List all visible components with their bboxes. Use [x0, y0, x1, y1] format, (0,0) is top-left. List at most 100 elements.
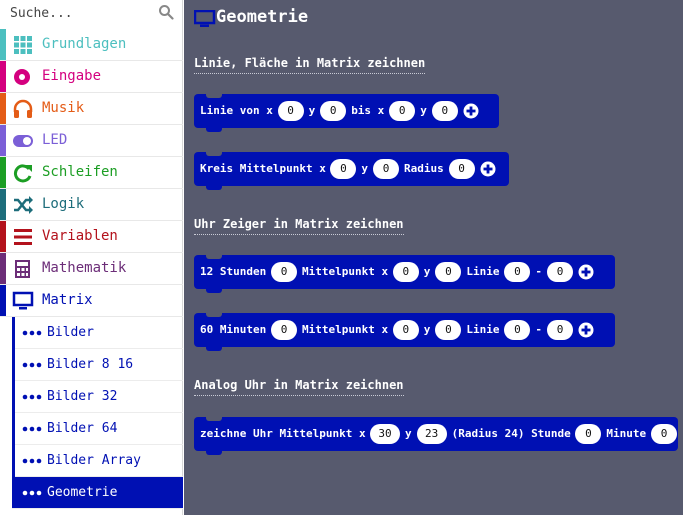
number-input-field[interactable]: 0 — [448, 159, 475, 179]
subcategory-label: Bilder 32 — [47, 389, 118, 404]
subcategory-label: Bilder 8 16 — [47, 357, 134, 372]
block-minuten-zeiger[interactable]: 60 Minuten 0 Mittelpunkt x 0 y 0 Linie 0-0 — [194, 313, 615, 351]
block-stunden-zeiger[interactable]: 12 Stunden 0 Mittelpunkt x 0 y 0 Linie 0-0 — [194, 255, 615, 293]
number-input-field[interactable]: 0 — [547, 262, 573, 282]
category-color-strip — [0, 253, 6, 284]
number-input-field[interactable]: 0 — [435, 320, 462, 340]
block-text: y — [308, 104, 316, 117]
block-text: 12 Stunden — [200, 265, 267, 278]
category-color-strip — [0, 157, 6, 188]
category-label: Logik — [42, 196, 85, 212]
number-input-field[interactable]: 0 — [392, 262, 419, 282]
category-color-strip — [0, 93, 6, 124]
category-musik[interactable]: Musik — [0, 93, 183, 125]
category-label: LED — [42, 132, 68, 148]
block-text: bis x — [351, 104, 385, 117]
category-label: Grundlagen — [42, 36, 127, 52]
block-text: zeichne Uhr Mittelpunkt x — [200, 427, 366, 440]
block-linie-zeichnen[interactable]: Linie von x 0 y 0 bis x0y0 — [194, 94, 499, 132]
number-input-field[interactable]: 0 — [271, 262, 297, 282]
category-eingabe[interactable]: Eingabe — [0, 61, 183, 93]
block-text: - — [535, 323, 543, 336]
section-label-linie-flaeche: Linie, Fläche in Matrix zeichnen — [194, 56, 426, 74]
number-input-field[interactable]: 0 — [320, 101, 347, 121]
category-color-strip — [0, 285, 6, 316]
number-input-field[interactable]: 0 — [504, 262, 531, 282]
subcategory-strip — [12, 381, 15, 413]
number-input-field[interactable]: 0 — [373, 159, 399, 179]
subcategory-strip — [12, 413, 15, 445]
number-input-field[interactable]: 23 — [416, 424, 447, 444]
block-text: Minute — [606, 427, 647, 440]
subcategory-bilder-8-16[interactable]: Bilder 8 16 — [12, 349, 183, 381]
block-text: 60 Minuten — [200, 323, 267, 336]
expand-plus-icon[interactable] — [480, 161, 496, 177]
refresh-icon — [14, 164, 32, 183]
section-label-analog-uhr: Analog Uhr in Matrix zeichnen — [194, 378, 404, 396]
block-text: Linie — [466, 323, 500, 336]
subcategory-label: Geometrie — [47, 485, 118, 500]
subcategory-strip — [12, 317, 15, 349]
subcategory-bilder-64[interactable]: Bilder 64 — [12, 413, 183, 445]
block-analog-uhr[interactable]: zeichne Uhr Mittelpunkt x 30 y 23 (Radius 24… — [194, 417, 678, 455]
category-led[interactable]: LED — [0, 125, 183, 157]
subcategory-label: Bilder 64 — [47, 421, 118, 436]
number-input-field[interactable]: 0 — [504, 320, 531, 340]
expand-plus-icon[interactable] — [578, 264, 594, 280]
number-input-field[interactable]: 0 — [392, 320, 419, 340]
subcategory-bilder[interactable]: Bilder — [12, 317, 183, 349]
number-input-field[interactable]: 0 — [651, 424, 677, 444]
block-text: y — [361, 162, 369, 175]
expand-plus-icon[interactable] — [578, 322, 594, 338]
block-text: (Radius 24) Stunde — [451, 427, 571, 440]
number-input-field[interactable]: 0 — [435, 262, 462, 282]
category-logik[interactable]: Logik — [0, 189, 183, 221]
shuffle-icon — [14, 196, 33, 214]
more-dots-icon — [22, 458, 42, 464]
block-text: - — [535, 265, 543, 278]
more-dots-icon — [22, 362, 42, 368]
category-label: Variablen — [42, 228, 118, 244]
number-input-field[interactable]: 0 — [547, 320, 573, 340]
block-text: y — [405, 427, 412, 440]
number-input-field[interactable]: 0 — [271, 320, 297, 340]
expand-plus-icon[interactable] — [463, 103, 479, 119]
subcategory-label: Bilder — [47, 325, 94, 340]
subcategory-geometrie[interactable]: Geometrie — [12, 477, 183, 509]
block-text: Radius — [404, 162, 444, 175]
category-matrix[interactable]: Matrix — [0, 285, 183, 317]
number-input-field[interactable]: 30 — [370, 424, 400, 444]
block-text: Mittelpunkt x — [302, 265, 389, 278]
number-input-field[interactable]: 0 — [575, 424, 602, 444]
more-dots-icon — [22, 490, 42, 496]
block-text: y — [423, 265, 431, 278]
category-color-strip — [0, 221, 6, 252]
category-schleifen[interactable]: Schleifen — [0, 157, 183, 189]
flyout-title-text: Geometrie — [216, 7, 309, 27]
block-text: Kreis Mittelpunkt x — [200, 162, 326, 175]
search-box — [0, 0, 183, 28]
number-input-field[interactable]: 0 — [389, 101, 416, 121]
category-grundlagen[interactable]: Grundlagen — [0, 29, 183, 61]
category-label: Mathematik — [42, 260, 127, 276]
block-kreis-zeichnen[interactable]: Kreis Mittelpunkt x 0 y 0 Radius 0 — [194, 152, 509, 190]
list-icon — [14, 229, 32, 245]
category-mathematik[interactable]: Mathematik — [0, 253, 183, 285]
block-text: Linie von x — [200, 104, 273, 117]
search-icon[interactable] — [158, 4, 174, 20]
section-label-uhr-zeiger: Uhr Zeiger in Matrix zeichnen — [194, 217, 404, 235]
subcategory-bilder-array[interactable]: Bilder Array — [12, 445, 183, 477]
category-variablen[interactable]: Variablen — [0, 221, 183, 253]
search-input[interactable] — [10, 3, 150, 23]
block-text: y — [423, 323, 431, 336]
category-color-strip — [0, 125, 6, 156]
number-input-field[interactable]: 0 — [330, 159, 357, 179]
target-icon — [14, 69, 30, 85]
block-text: y — [420, 104, 427, 117]
subcategory-bilder-32[interactable]: Bilder 32 — [12, 381, 183, 413]
number-input-field[interactable]: 0 — [277, 101, 304, 121]
number-input-field[interactable]: 0 — [431, 101, 458, 121]
category-label: Schleifen — [42, 164, 118, 180]
monitor-icon — [194, 10, 216, 27]
block-flyout: Geometrie Linie, Fläche in Matrix zeichn… — [184, 0, 683, 515]
